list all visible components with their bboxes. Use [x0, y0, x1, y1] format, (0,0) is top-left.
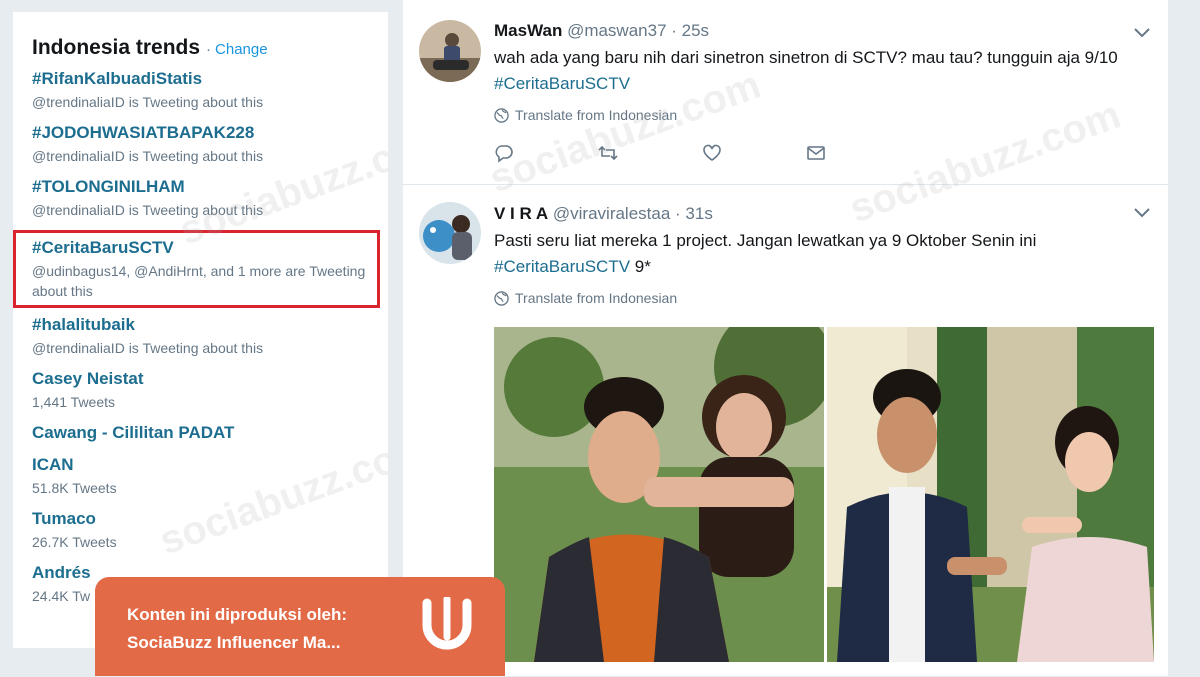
tweet-header: V I R A @viraviralestaa · 31s — [494, 202, 1138, 226]
trend-context: @udinbagus14, @AndiHrnt, and 1 more are … — [32, 263, 366, 299]
trend-context: @trendinaliaID is Tweeting about this — [32, 340, 264, 356]
trends-separator: · — [206, 41, 212, 58]
user-handle[interactable]: @viraviralestaa — [553, 204, 670, 223]
tweet[interactable]: MasWan @maswan37 · 25s wah ada yang baru… — [403, 0, 1168, 185]
trend-name[interactable]: #CeritaBaruSCTV — [32, 237, 367, 259]
tweet-actions — [494, 143, 1138, 163]
translate-label[interactable]: Translate from Indonesian — [515, 107, 677, 123]
tweet-text: Pasti seru liat mereka 1 project. Jangan… — [494, 228, 1138, 280]
trend-name[interactable]: #RifanKalbuadiStatis — [32, 68, 370, 90]
trend-context: @trendinaliaID is Tweeting about this — [32, 148, 264, 164]
tweet-time[interactable]: · 25s — [671, 21, 709, 40]
tweet-text-part: Pasti seru liat mereka 1 project. Jangan… — [494, 231, 1037, 250]
trend-item[interactable]: #JODOHWASIATBAPAK228 @trendinaliaID is T… — [32, 122, 370, 166]
trend-name[interactable]: Casey Neistat — [32, 368, 370, 390]
user-handle[interactable]: @maswan37 — [567, 21, 666, 40]
trend-context: @trendinaliaID is Tweeting about this — [32, 202, 264, 218]
tweet-text-part: wah ada yang baru nih dari sinetron sine… — [494, 48, 1118, 67]
tweet-time[interactable]: · 31s — [675, 204, 713, 223]
trend-context: 1,441 Tweets — [32, 394, 116, 410]
globe-icon — [494, 290, 509, 306]
trend-item[interactable]: Cawang - Cililitan PADAT — [32, 422, 370, 444]
hashtag-link[interactable]: #CeritaBaruSCTV — [494, 257, 630, 276]
tweet-body: V I R A @viraviralestaa · 31s Pasti seru… — [494, 202, 1138, 306]
brand-logo-icon — [422, 597, 472, 650]
trend-name[interactable]: Tumaco — [32, 508, 370, 530]
tweet-text-part: 9* — [630, 257, 651, 276]
trend-name[interactable]: Cawang - Cililitan PADAT — [32, 422, 370, 444]
chevron-down-icon[interactable] — [1134, 208, 1150, 218]
translate-link[interactable]: Translate from Indonesian — [494, 290, 1138, 306]
tweet-photo[interactable] — [494, 327, 824, 662]
trend-item-highlighted[interactable]: #CeritaBaruSCTV @udinbagus14, @AndiHrnt,… — [13, 230, 380, 308]
trend-name[interactable]: ICAN — [32, 454, 370, 476]
tweet-media[interactable] — [494, 327, 1154, 662]
trend-context: @trendinaliaID is Tweeting about this — [32, 94, 264, 110]
trend-item[interactable]: #RifanKalbuadiStatis @trendinaliaID is T… — [32, 68, 370, 112]
trend-name[interactable]: #halalitubaik — [32, 314, 370, 336]
heart-icon[interactable] — [702, 143, 722, 163]
translate-label[interactable]: Translate from Indonesian — [515, 290, 677, 306]
globe-icon — [494, 107, 509, 123]
avatar[interactable] — [419, 20, 481, 82]
tweet-body: MasWan @maswan37 · 25s wah ada yang baru… — [494, 19, 1138, 163]
trends-change-link[interactable]: Change — [215, 41, 268, 58]
trend-context: 51.8K Tweets — [32, 480, 117, 496]
hashtag-link[interactable]: #CeritaBaruSCTV — [494, 74, 630, 93]
trend-item[interactable]: ICAN 51.8K Tweets — [32, 454, 370, 498]
reply-icon[interactable] — [494, 143, 514, 163]
trends-header: Indonesia trends · Change — [32, 36, 370, 60]
avatar[interactable] — [419, 202, 481, 264]
trends-panel: Indonesia trends · Change #RifanKalbuadi… — [13, 12, 388, 648]
trend-item[interactable]: Tumaco 26.7K Tweets — [32, 508, 370, 552]
trend-item[interactable]: #halalitubaik @trendinaliaID is Tweeting… — [32, 314, 370, 358]
retweet-icon[interactable] — [598, 143, 618, 163]
trend-item[interactable]: Casey Neistat 1,441 Tweets — [32, 368, 370, 412]
tweet-photo[interactable] — [827, 327, 1154, 662]
chevron-down-icon[interactable] — [1134, 28, 1150, 38]
trend-item[interactable]: #TOLONGINILHAM @trendinaliaID is Tweetin… — [32, 176, 370, 220]
trend-context: 26.7K Tweets — [32, 534, 117, 550]
tweet-header: MasWan @maswan37 · 25s — [494, 19, 1138, 43]
trends-title: Indonesia trends — [32, 36, 201, 59]
tweet-text: wah ada yang baru nih dari sinetron sine… — [494, 45, 1138, 97]
trend-name[interactable]: #JODOHWASIATBAPAK228 — [32, 122, 370, 144]
user-name[interactable]: MasWan — [494, 21, 562, 40]
sponsor-banner[interactable]: Konten ini diproduksi oleh: SociaBuzz In… — [95, 577, 505, 676]
trend-name[interactable]: #TOLONGINILHAM — [32, 176, 370, 198]
user-name[interactable]: V I R A — [494, 204, 548, 223]
translate-link[interactable]: Translate from Indonesian — [494, 107, 1138, 123]
envelope-icon[interactable] — [806, 143, 826, 163]
